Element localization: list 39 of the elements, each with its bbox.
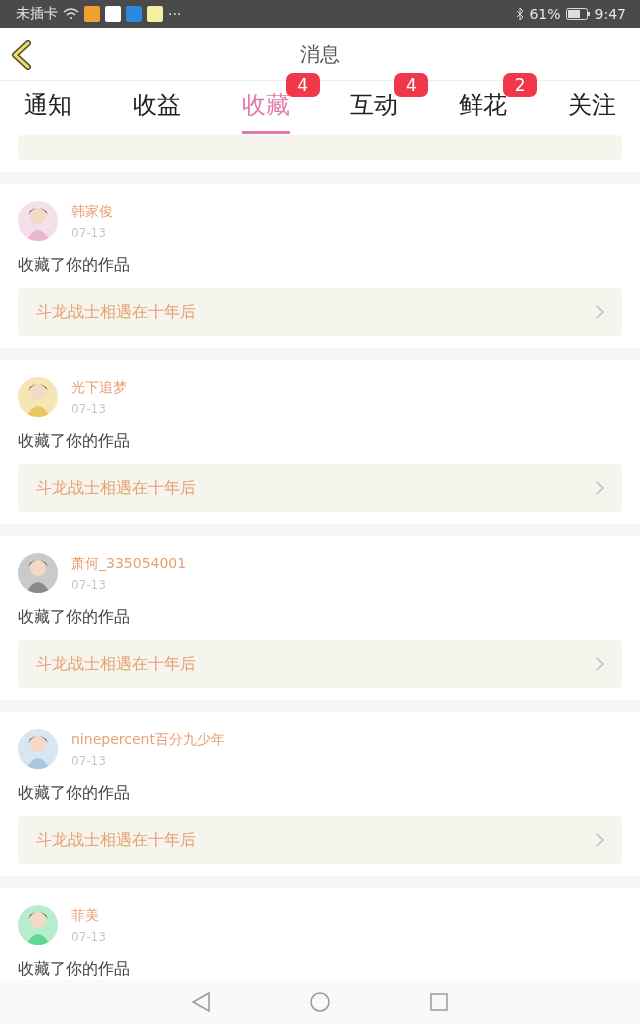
carrier-text: 未插卡 bbox=[16, 5, 58, 23]
user-name[interactable]: 菲美 bbox=[71, 906, 106, 925]
count-badge: 4 bbox=[285, 73, 320, 97]
message-text: 收藏了你的作品 bbox=[18, 431, 131, 452]
app-icon bbox=[105, 6, 121, 22]
work-link[interactable]: 斗龙战士相遇在十年后 bbox=[18, 816, 622, 864]
message-text: 收藏了你的作品 bbox=[18, 783, 131, 804]
user-name[interactable]: 韩家俊 bbox=[71, 202, 113, 221]
wifi-icon bbox=[63, 8, 79, 20]
message-text: 收藏了你的作品 bbox=[18, 607, 131, 628]
app-icon bbox=[147, 6, 163, 22]
chevron-icon bbox=[596, 305, 604, 319]
tab[interactable]: 关注 bbox=[568, 83, 616, 134]
bluetooth-icon bbox=[516, 7, 525, 21]
chevron-icon bbox=[596, 481, 604, 495]
count-badge: 2 bbox=[503, 73, 538, 97]
message-text: 收藏了你的作品 bbox=[18, 959, 131, 980]
back-icon[interactable] bbox=[10, 40, 32, 70]
clock-text: 9:47 bbox=[594, 6, 626, 22]
recents-icon[interactable] bbox=[430, 993, 448, 1011]
tab[interactable]: 通知 bbox=[24, 83, 72, 134]
home-icon[interactable] bbox=[310, 992, 330, 1012]
battery-icon bbox=[565, 8, 590, 20]
work-link[interactable]: 斗龙战士相遇在十年后 bbox=[18, 640, 622, 688]
app-icon bbox=[126, 6, 142, 22]
message-text: 收藏了你的作品 bbox=[18, 255, 131, 276]
work-link[interactable]: 斗龙战士相遇在十年后 bbox=[18, 288, 622, 336]
user-name[interactable]: 光下追梦 bbox=[71, 378, 127, 397]
page-title: 消息 bbox=[300, 40, 340, 68]
user-name[interactable]: 萧何_335054001 bbox=[71, 554, 187, 573]
battery-text: 61% bbox=[529, 6, 561, 22]
app-icon bbox=[84, 6, 100, 22]
chevron-icon bbox=[596, 657, 604, 671]
work-link[interactable]: 斗龙战士相遇在十年后 bbox=[18, 464, 622, 512]
tab[interactable]: 收益 bbox=[132, 83, 181, 134]
count-badge: 4 bbox=[394, 73, 429, 97]
more-text: ··· bbox=[168, 6, 182, 22]
user-name[interactable]: ninepercent百分九少年 bbox=[71, 730, 225, 749]
chevron-icon bbox=[596, 833, 604, 847]
